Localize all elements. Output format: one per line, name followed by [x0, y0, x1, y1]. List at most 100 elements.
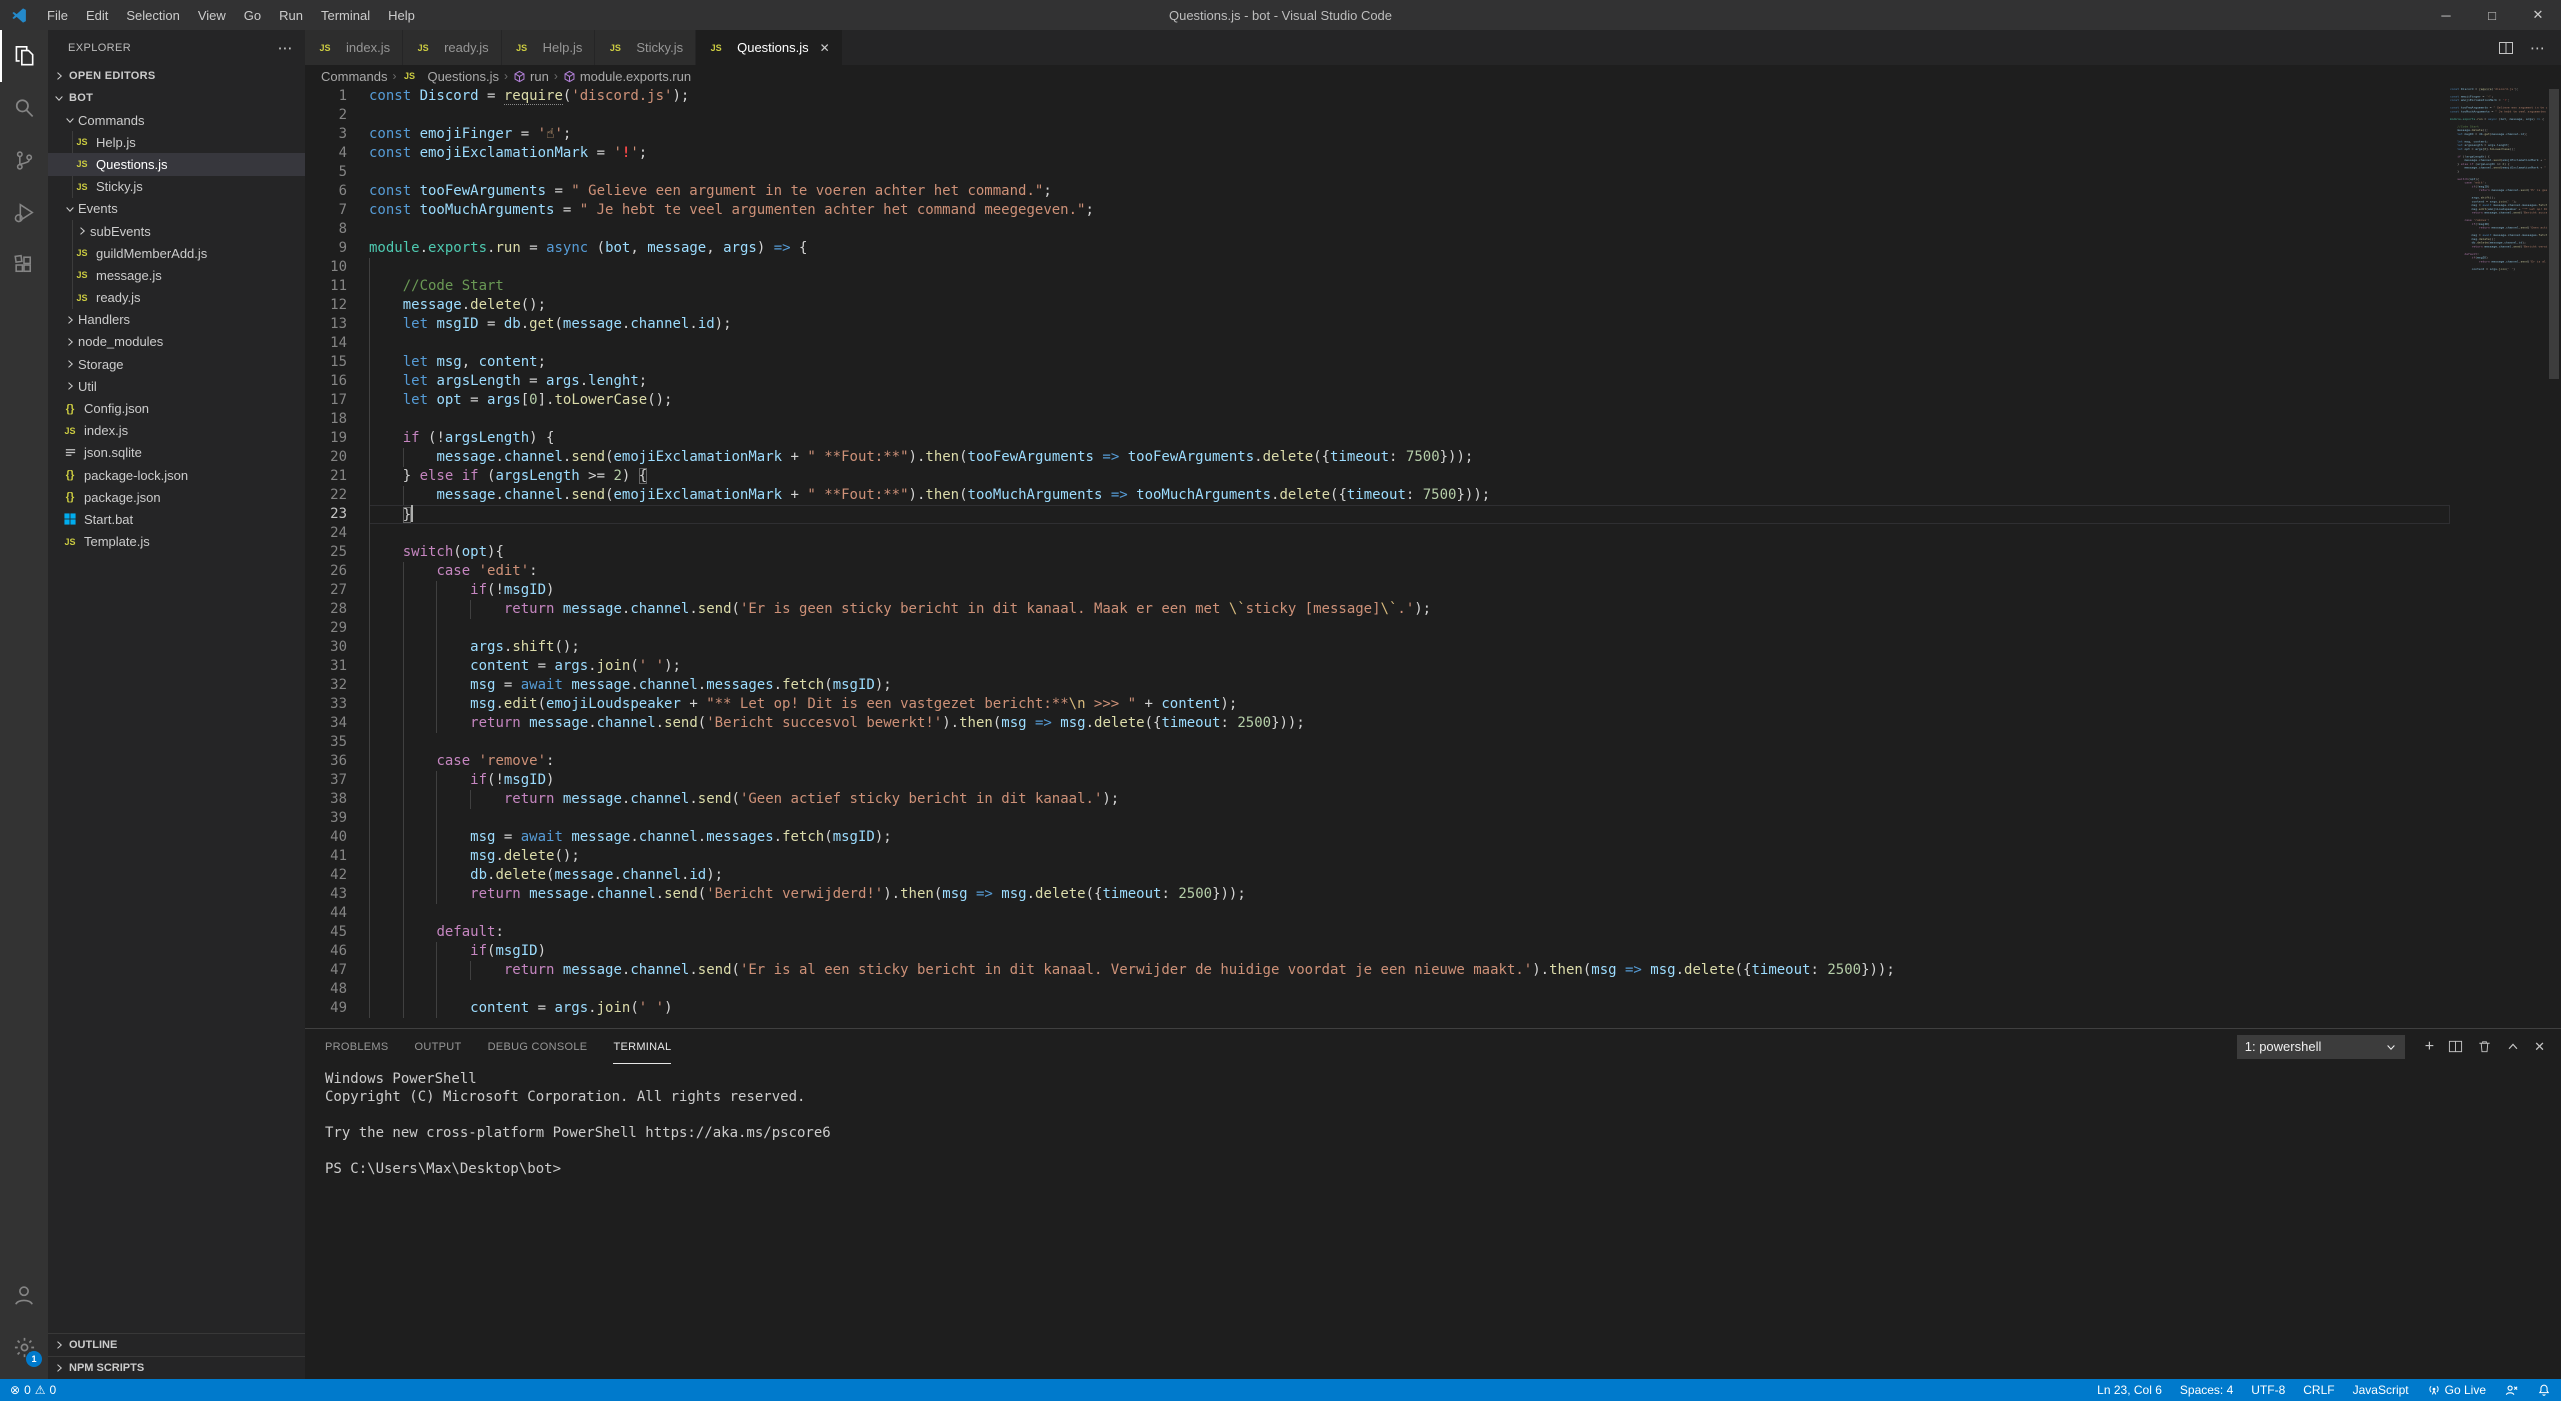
- tree-item-storage[interactable]: Storage: [48, 353, 305, 375]
- line-number[interactable]: 24: [305, 524, 361, 543]
- indentation-setting[interactable]: Spaces: 4: [2180, 1383, 2233, 1397]
- tab-close-icon[interactable]: ✕: [820, 41, 830, 55]
- code-editor[interactable]: 1234567891011121314151617181920212223242…: [305, 87, 2561, 1028]
- tree-item-node-modules[interactable]: node_modules: [48, 331, 305, 353]
- code-line[interactable]: [369, 106, 2450, 125]
- tree-item-events[interactable]: Events: [48, 198, 305, 220]
- tree-item-commands[interactable]: Commands: [48, 109, 305, 131]
- close-panel-icon[interactable]: ✕: [2534, 1039, 2545, 1055]
- code-line[interactable]: const tooMuchArguments = " Je hebt te ve…: [369, 201, 2450, 220]
- terminal-output[interactable]: Windows PowerShellCopyright (C) Microsof…: [305, 1064, 2561, 1379]
- root-folder-section[interactable]: BOT: [48, 87, 305, 109]
- code-line[interactable]: content = args.join(' ');: [369, 657, 2450, 676]
- code-line[interactable]: db.delete(message.channel.id);: [369, 866, 2450, 885]
- code-line[interactable]: [369, 258, 2450, 277]
- code-line[interactable]: let argsLength = args.lenght;: [369, 372, 2450, 391]
- line-number[interactable]: 8: [305, 220, 361, 239]
- npm-scripts-section[interactable]: NPM SCRIPTS: [48, 1356, 305, 1379]
- line-number[interactable]: 29: [305, 619, 361, 638]
- line-number[interactable]: 19: [305, 429, 361, 448]
- code-line[interactable]: [369, 524, 2450, 543]
- line-number[interactable]: 39: [305, 809, 361, 828]
- tree-item-sticky-js[interactable]: JSSticky.js: [48, 176, 305, 198]
- language-mode[interactable]: JavaScript: [2353, 1383, 2409, 1397]
- more-actions-icon[interactable]: ⋯: [2530, 39, 2545, 57]
- line-number[interactable]: 33: [305, 695, 361, 714]
- explorer-more-actions-icon[interactable]: ⋯: [278, 39, 293, 57]
- code-line[interactable]: [369, 619, 2450, 638]
- code-line[interactable]: return message.channel.send('Bericht ver…: [369, 885, 2450, 904]
- tab-index-js[interactable]: JSindex.js: [305, 30, 403, 65]
- tree-item-template-js[interactable]: JSTemplate.js: [48, 531, 305, 553]
- line-number[interactable]: 41: [305, 847, 361, 866]
- line-number[interactable]: 12: [305, 296, 361, 315]
- line-number[interactable]: 6: [305, 182, 361, 201]
- explorer-icon[interactable]: [0, 30, 48, 82]
- line-number[interactable]: 43: [305, 885, 361, 904]
- new-terminal-icon[interactable]: +: [2425, 1038, 2434, 1056]
- line-number[interactable]: 15: [305, 353, 361, 372]
- code-line[interactable]: if (!argsLength) {: [369, 429, 2450, 448]
- feedback-icon[interactable]: [2504, 1383, 2519, 1398]
- line-number[interactable]: 26: [305, 562, 361, 581]
- terminal-shell-select[interactable]: 1: powershell: [2237, 1035, 2405, 1059]
- notifications-bell-icon[interactable]: [2537, 1383, 2551, 1397]
- tree-item-questions-js[interactable]: JSQuestions.js: [48, 153, 305, 175]
- breadcrumb-item-run[interactable]: run: [513, 69, 549, 84]
- split-editor-icon[interactable]: [2498, 40, 2514, 56]
- tree-item-package-json[interactable]: {}package.json: [48, 486, 305, 508]
- code-line[interactable]: msg.delete();: [369, 847, 2450, 866]
- line-number[interactable]: 20: [305, 448, 361, 467]
- code-line[interactable]: case 'edit':: [369, 562, 2450, 581]
- line-number[interactable]: 4: [305, 144, 361, 163]
- code-line[interactable]: default:: [369, 923, 2450, 942]
- tree-item-subevents[interactable]: subEvents: [48, 220, 305, 242]
- open-editors-section[interactable]: OPEN EDITORS: [48, 65, 305, 87]
- tree-item-help-js[interactable]: JSHelp.js: [48, 131, 305, 153]
- code-line[interactable]: message.channel.send(emojiExclamationMar…: [369, 448, 2450, 467]
- menu-selection[interactable]: Selection: [117, 0, 188, 30]
- encoding-setting[interactable]: UTF-8: [2251, 1383, 2285, 1397]
- line-number[interactable]: 44: [305, 904, 361, 923]
- code-line[interactable]: //Code Start: [369, 277, 2450, 296]
- line-number[interactable]: 48: [305, 980, 361, 999]
- breadcrumb-item-questions-js[interactable]: JSQuestions.js: [401, 68, 499, 84]
- tree-item-json-sqlite[interactable]: json.sqlite: [48, 442, 305, 464]
- line-number[interactable]: 7: [305, 201, 361, 220]
- tree-item-index-js[interactable]: JSindex.js: [48, 420, 305, 442]
- line-number[interactable]: 38: [305, 790, 361, 809]
- line-number[interactable]: 17: [305, 391, 361, 410]
- menu-run[interactable]: Run: [270, 0, 312, 30]
- tree-item-package-lock-json[interactable]: {}package-lock.json: [48, 464, 305, 486]
- problems-status[interactable]: ⊗ 0 ⚠ 0: [10, 1383, 56, 1397]
- code-line[interactable]: const Discord = require('discord.js');: [369, 87, 2450, 106]
- line-number[interactable]: 21: [305, 467, 361, 486]
- code-line[interactable]: if(!msgID): [369, 771, 2450, 790]
- code-line[interactable]: content = args.join(' '): [369, 999, 2450, 1018]
- outline-section[interactable]: OUTLINE: [48, 1333, 305, 1356]
- code-line[interactable]: message.channel.send(emojiExclamationMar…: [369, 486, 2450, 505]
- code-line[interactable]: [369, 733, 2450, 752]
- tab-questions-js[interactable]: JSQuestions.js✕: [696, 30, 843, 65]
- code-line[interactable]: let opt = args[0].toLowerCase();: [369, 391, 2450, 410]
- code-line[interactable]: message.delete();: [369, 296, 2450, 315]
- code-line[interactable]: case 'remove':: [369, 752, 2450, 771]
- line-number[interactable]: 45: [305, 923, 361, 942]
- line-number[interactable]: 5: [305, 163, 361, 182]
- menu-go[interactable]: Go: [235, 0, 270, 30]
- code-line[interactable]: let msg, content;: [369, 353, 2450, 372]
- line-number[interactable]: 32: [305, 676, 361, 695]
- menu-help[interactable]: Help: [379, 0, 424, 30]
- line-number[interactable]: 1: [305, 87, 361, 106]
- breadcrumb-item-commands[interactable]: Commands: [321, 69, 387, 84]
- line-number[interactable]: 9: [305, 239, 361, 258]
- line-number[interactable]: 28: [305, 600, 361, 619]
- editor-scrollbar[interactable]: [2547, 87, 2561, 1028]
- code-line[interactable]: msg.edit(emojiLoudspeaker + "** Let op! …: [369, 695, 2450, 714]
- close-icon[interactable]: ✕: [2515, 0, 2561, 30]
- code-line[interactable]: let msgID = db.get(message.channel.id);: [369, 315, 2450, 334]
- line-number[interactable]: 35: [305, 733, 361, 752]
- line-number[interactable]: 34: [305, 714, 361, 733]
- maximize-icon[interactable]: □: [2469, 0, 2515, 30]
- line-number[interactable]: 31: [305, 657, 361, 676]
